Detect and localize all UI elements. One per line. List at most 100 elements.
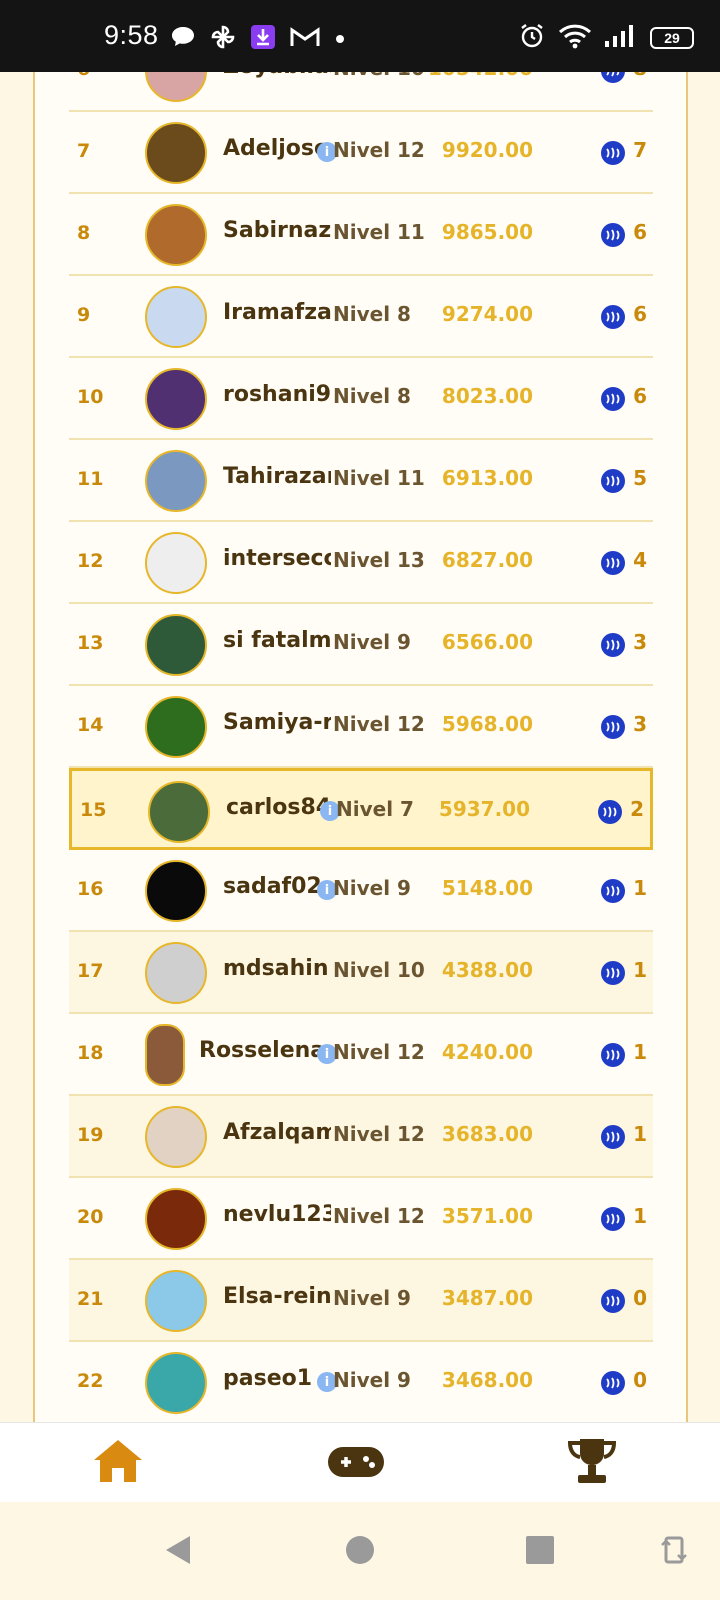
leaderboard-row[interactable]: 15 carlos84 i Nivel 7 5937.00 2 <box>69 768 653 850</box>
back-button[interactable] <box>158 1532 198 1572</box>
leaderboard-row[interactable]: 8 SabirnazirNivel 11 9865.00 6 <box>69 194 653 276</box>
status-bar: 9:58 29 <box>0 0 720 72</box>
signal-icon <box>604 24 638 52</box>
steem-coin-icon <box>601 1125 625 1149</box>
username[interactable]: mdsahin1 <box>223 956 331 981</box>
user-level: Nivel 9 <box>333 876 411 900</box>
reward-value: 0 <box>633 1286 647 1310</box>
user-level: Nivel 12 <box>333 138 425 162</box>
username[interactable]: Elsa-reina <box>223 1284 331 1309</box>
home-tab[interactable] <box>88 1435 148 1491</box>
avatar[interactable] <box>145 1188 207 1250</box>
user-level: Nivel 10 <box>333 72 425 80</box>
rank-number: 19 <box>77 1124 104 1146</box>
trophy-tab[interactable] <box>562 1435 622 1491</box>
recents-button[interactable] <box>520 1532 560 1572</box>
rank-number: 6 <box>77 72 90 80</box>
reward-value: 4 <box>633 548 647 572</box>
leaderboard-row[interactable]: 16 sadaf02 i Nivel 9 5148.00 1 <box>69 850 653 932</box>
score-value: 3571.00 <box>441 1204 533 1228</box>
leaderboard-row[interactable]: 19 AfzalqamarNivel 12 3683.00 1 <box>69 1096 653 1178</box>
leaderboard-row[interactable]: 21 Elsa-reinaNivel 9 3487.00 0 <box>69 1260 653 1342</box>
leaderboard-row[interactable]: 12 interseccionesNivel 13 6827.00 4 <box>69 522 653 604</box>
leaderboard-row[interactable]: 7 Adeljose i Nivel 12 9920.00 7 <box>69 112 653 194</box>
username[interactable]: paseo1 <box>223 1366 331 1391</box>
reward-value: 6 <box>633 384 647 408</box>
avatar[interactable] <box>145 1352 207 1414</box>
user-level: Nivel 12 <box>333 1040 425 1064</box>
username[interactable]: sadaf02 <box>223 874 331 899</box>
score-value: 6566.00 <box>441 630 533 654</box>
avatar[interactable] <box>145 614 207 676</box>
avatar[interactable] <box>145 1106 207 1168</box>
score-value: 8023.00 <box>441 384 533 408</box>
username[interactable]: Afzalqamar <box>223 1120 331 1145</box>
steem-coin-icon <box>598 800 622 824</box>
avatar[interactable] <box>145 286 207 348</box>
avatar[interactable] <box>148 781 210 843</box>
leaderboard-row[interactable]: 9 Iramafzal Nivel 8 9274.00 6 <box>69 276 653 358</box>
username[interactable]: si fatalmente <box>223 628 331 653</box>
avatar[interactable] <box>145 72 207 102</box>
reward-value: 3 <box>633 712 647 736</box>
leaderboard-row[interactable]: 11 TahirazamNivel 11 6913.00 5 <box>69 440 653 522</box>
username[interactable]: Zoyabilal <box>223 72 331 79</box>
score-value: 5937.00 <box>438 797 530 821</box>
reward-value: 5 <box>633 466 647 490</box>
user-level: Nivel 7 <box>336 797 414 821</box>
reward-value: 1 <box>633 958 647 982</box>
leaderboard-row[interactable]: 13 si fatalmenteNivel 9 6566.00 3 <box>69 604 653 686</box>
leaderboard-row[interactable]: 20 nevlu123 Nivel 12 3571.00 1 <box>69 1178 653 1260</box>
steem-coin-icon <box>601 715 625 739</box>
avatar[interactable] <box>145 532 207 594</box>
score-value: 3683.00 <box>441 1122 533 1146</box>
reward-value: 1 <box>633 1204 647 1228</box>
leaderboard-row[interactable]: 10 roshani96Nivel 8 8023.00 6 <box>69 358 653 440</box>
username[interactable]: nevlu123 <box>223 1202 331 1227</box>
username[interactable]: carlos84 <box>226 795 334 820</box>
username[interactable]: roshani96 <box>223 382 331 407</box>
score-value: 3487.00 <box>441 1286 533 1310</box>
username[interactable]: Tahirazam <box>223 464 331 489</box>
bottom-tab-bar <box>0 1422 720 1502</box>
chat-bubble-icon <box>170 25 196 53</box>
leaderboard-row[interactable]: 14 Samiya-raniNivel 12 5968.00 3 <box>69 686 653 768</box>
gmail-icon <box>290 26 320 52</box>
leaderboard-row[interactable]: 22 paseo1 i Nivel 9 3468.00 0 <box>69 1342 653 1422</box>
avatar[interactable] <box>145 122 207 184</box>
leaderboard-row[interactable]: 6 ZoyabilalNivel 1010542.00 8 <box>69 72 653 112</box>
user-level: Nivel 11 <box>333 220 425 244</box>
steem-coin-icon <box>601 1371 625 1395</box>
steem-coin-icon <box>601 141 625 165</box>
avatar[interactable] <box>145 450 207 512</box>
username[interactable]: Sabirnazir <box>223 218 331 243</box>
rotate-button[interactable] <box>654 1532 694 1572</box>
leaderboard-list: 6ZoyabilalNivel 1010542.0087AdeljoseiNiv… <box>69 72 653 1422</box>
reward-value: 6 <box>633 220 647 244</box>
avatar[interactable] <box>145 942 207 1004</box>
username[interactable]: Adeljose <box>223 136 331 161</box>
back-icon <box>162 1533 194 1571</box>
score-value: 5968.00 <box>441 712 533 736</box>
steem-coin-icon <box>601 633 625 657</box>
user-level: Nivel 11 <box>333 466 425 490</box>
steem-coin-icon <box>601 1043 625 1067</box>
battery-icon: 29 <box>650 27 694 49</box>
leaderboard-row[interactable]: 17 mdsahin1Nivel 10 4388.00 1 <box>69 932 653 1014</box>
avatar[interactable] <box>145 696 207 758</box>
games-tab[interactable] <box>326 1435 386 1491</box>
username[interactable]: intersecciones <box>223 546 331 571</box>
avatar[interactable] <box>145 860 207 922</box>
steem-coin-icon <box>601 305 625 329</box>
avatar[interactable] <box>145 204 207 266</box>
home-button[interactable] <box>340 1532 380 1572</box>
avatar[interactable] <box>145 1024 185 1086</box>
avatar[interactable] <box>145 1270 207 1332</box>
username[interactable]: Samiya-rani <box>223 710 331 735</box>
avatar[interactable] <box>145 368 207 430</box>
leaderboard-row[interactable]: 18 Rosselena i Nivel 12 4240.00 1 <box>69 1014 653 1096</box>
username[interactable]: Iramafzal <box>223 300 331 325</box>
username[interactable]: Rosselena <box>199 1038 327 1063</box>
rank-number: 20 <box>77 1206 104 1228</box>
steem-coin-icon <box>601 961 625 985</box>
